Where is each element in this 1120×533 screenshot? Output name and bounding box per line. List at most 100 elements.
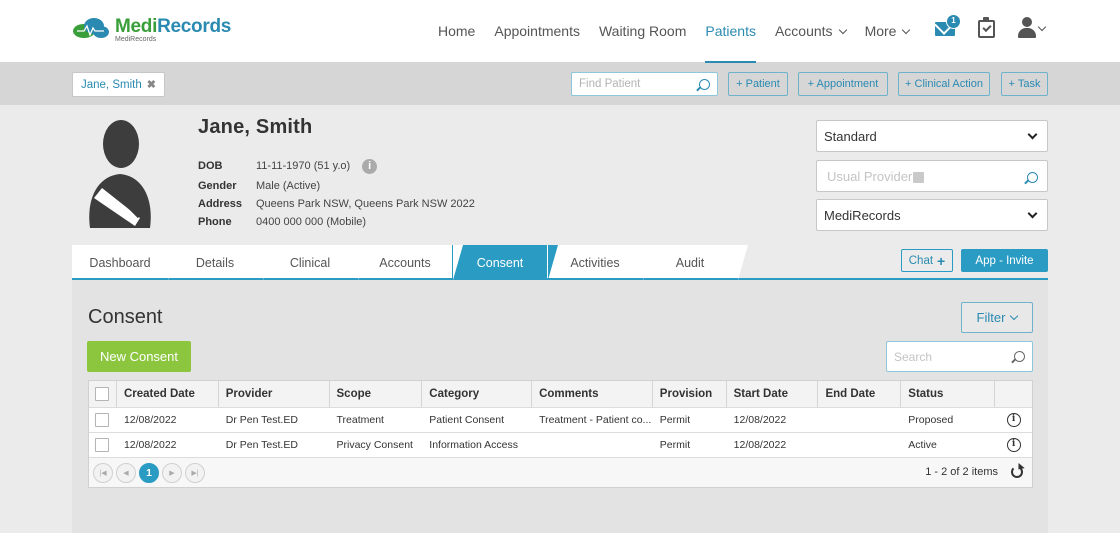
page-1-button[interactable]: 1 bbox=[139, 462, 159, 483]
row-checkbox[interactable] bbox=[95, 438, 109, 452]
table-cell: Patient Consent bbox=[429, 414, 505, 426]
nav-more-label: More bbox=[864, 23, 897, 39]
table-cell bbox=[532, 433, 653, 457]
table-cell bbox=[818, 408, 901, 432]
nav-more[interactable]: More bbox=[864, 0, 911, 63]
cloud-logo-icon bbox=[73, 18, 109, 38]
table-row[interactable]: 12/08/2022 Dr Pen Test.ED Privacy Consen… bbox=[89, 433, 1032, 458]
next-page-icon[interactable]: ▶ bbox=[162, 462, 182, 483]
table-cell: 12/08/2022 bbox=[733, 439, 787, 451]
chat-button[interactable]: Chat + bbox=[901, 249, 953, 272]
info-icon[interactable]: i bbox=[362, 159, 378, 174]
nav-patients[interactable]: Patients bbox=[705, 0, 756, 63]
clipboard-check-icon[interactable] bbox=[978, 17, 995, 38]
column-header[interactable]: Status bbox=[901, 381, 996, 407]
table-cell: Permit bbox=[659, 414, 691, 426]
prev-page-icon[interactable]: ◀ bbox=[116, 462, 136, 483]
phone-label: Phone bbox=[198, 216, 232, 228]
notification-badge: 1 bbox=[946, 14, 961, 29]
chevron-down-icon[interactable] bbox=[1037, 22, 1047, 32]
nav-appointments[interactable]: Appointments bbox=[494, 0, 580, 63]
patient-tabs: Dashboard Details Clinical Accounts Cons… bbox=[72, 245, 748, 280]
search-icon[interactable] bbox=[1027, 172, 1038, 183]
column-header[interactable]: Scope bbox=[330, 381, 423, 407]
table-cell: Active bbox=[908, 439, 937, 451]
gender-value: Male (Active) bbox=[256, 180, 321, 192]
nav-accounts[interactable]: Accounts bbox=[774, 0, 847, 63]
add-task-button[interactable]: + Task bbox=[1001, 72, 1048, 96]
chat-label: Chat bbox=[908, 254, 934, 267]
phone-value: 0400 000 000 (Mobile) bbox=[256, 216, 367, 228]
filter-button[interactable]: Filter bbox=[961, 302, 1033, 333]
find-patient-field[interactable] bbox=[571, 72, 718, 96]
add-patient-button[interactable]: + Patient bbox=[728, 72, 788, 96]
tab-clinical[interactable]: Clinical bbox=[262, 245, 368, 280]
column-header[interactable]: Comments bbox=[532, 381, 653, 407]
patient-dob-row: DOB 11-11-1970 (51 y.o) i bbox=[198, 159, 378, 175]
table-cell: Proposed bbox=[908, 414, 954, 426]
dob-value: 11-11-1970 (51 y.o) bbox=[256, 160, 351, 172]
table-header-row: Created Date Provider Scope Category Com… bbox=[89, 381, 1032, 408]
tab-audit[interactable]: Audit bbox=[642, 245, 748, 280]
search-icon[interactable] bbox=[699, 79, 710, 90]
main-nav: Home Appointments Waiting Room Patients … bbox=[438, 0, 928, 63]
tab-accounts[interactable]: Accounts bbox=[357, 245, 463, 280]
patient-name: Jane, Smith bbox=[198, 116, 313, 138]
table-cell: 12/08/2022 bbox=[123, 439, 177, 451]
nav-accounts-label: Accounts bbox=[774, 23, 833, 39]
tab-activities[interactable]: Activities bbox=[547, 245, 653, 280]
provider-card-icon bbox=[913, 171, 925, 183]
column-header[interactable]: Provision bbox=[653, 381, 727, 407]
info-circle-icon[interactable]: i bbox=[1006, 413, 1021, 427]
app-invite-button[interactable]: App - Invite bbox=[961, 249, 1048, 272]
patient-chip-label: Jane, Smith bbox=[81, 78, 142, 91]
patient-phone-row: Phone 0400 000 000 (Mobile) bbox=[198, 216, 366, 228]
dob-label: DOB bbox=[198, 160, 223, 172]
nav-waiting-room[interactable]: Waiting Room bbox=[599, 0, 686, 63]
close-icon[interactable]: ✖ bbox=[147, 78, 156, 91]
chevron-down-icon bbox=[838, 25, 847, 35]
billing-type-select[interactable]: Standard bbox=[816, 120, 1048, 152]
row-select-cell bbox=[89, 408, 117, 432]
row-actions-cell: i bbox=[995, 433, 1032, 457]
column-header[interactable]: Provider bbox=[219, 381, 330, 407]
table-cell: Treatment - Patient co... bbox=[539, 414, 652, 426]
tab-underline bbox=[72, 278, 1048, 280]
table-cell: Dr Pen Test.ED bbox=[225, 439, 298, 451]
user-icon[interactable] bbox=[1018, 17, 1036, 39]
refresh-icon[interactable] bbox=[1011, 466, 1023, 478]
new-consent-button[interactable]: New Consent bbox=[87, 341, 191, 372]
row-checkbox[interactable] bbox=[95, 413, 109, 427]
tab-consent[interactable]: Consent bbox=[452, 245, 558, 280]
consent-search-field[interactable] bbox=[886, 341, 1033, 372]
nav-home[interactable]: Home bbox=[438, 0, 475, 63]
select-all-checkbox[interactable] bbox=[95, 387, 109, 401]
top-navbar: MediRecords MediRecords Home Appointment… bbox=[0, 0, 1120, 63]
consent-search-input[interactable] bbox=[887, 342, 1007, 371]
column-header[interactable]: Category bbox=[422, 381, 533, 407]
open-patient-chip[interactable]: Jane, Smith ✖ bbox=[72, 72, 165, 97]
app-logo[interactable]: MediRecords MediRecords bbox=[72, 17, 231, 44]
search-icon[interactable] bbox=[1014, 351, 1025, 362]
table-cell: Treatment bbox=[336, 414, 384, 426]
table-row[interactable]: 12/08/2022 Dr Pen Test.ED Treatment Pati… bbox=[89, 408, 1032, 433]
usual-provider-field[interactable]: Usual Provider bbox=[816, 160, 1048, 192]
last-page-icon[interactable]: ▶| bbox=[185, 462, 205, 483]
plus-icon: + bbox=[937, 252, 946, 269]
practice-select[interactable]: MediRecords bbox=[816, 199, 1048, 231]
tab-details[interactable]: Details bbox=[167, 245, 273, 280]
column-header[interactable]: End Date bbox=[818, 381, 902, 407]
patient-avatar-icon bbox=[89, 120, 151, 228]
logo-name-prefix: Medi bbox=[115, 16, 158, 37]
add-appointment-button[interactable]: + Appointment bbox=[798, 72, 888, 96]
add-clinical-action-button[interactable]: + Clinical Action bbox=[898, 72, 990, 96]
column-header[interactable]: Start Date bbox=[727, 381, 819, 407]
find-patient-input[interactable] bbox=[572, 73, 692, 95]
first-page-icon[interactable]: |◀ bbox=[93, 462, 113, 483]
row-actions-cell: i bbox=[995, 408, 1032, 432]
logo-name-suffix: Records bbox=[157, 16, 232, 37]
patient-address-row: Address Queens Park NSW, Queens Park NSW… bbox=[198, 198, 475, 210]
info-circle-icon[interactable]: i bbox=[1006, 438, 1021, 452]
tab-dashboard[interactable]: Dashboard bbox=[72, 245, 178, 280]
column-header[interactable]: Created Date bbox=[117, 381, 219, 407]
